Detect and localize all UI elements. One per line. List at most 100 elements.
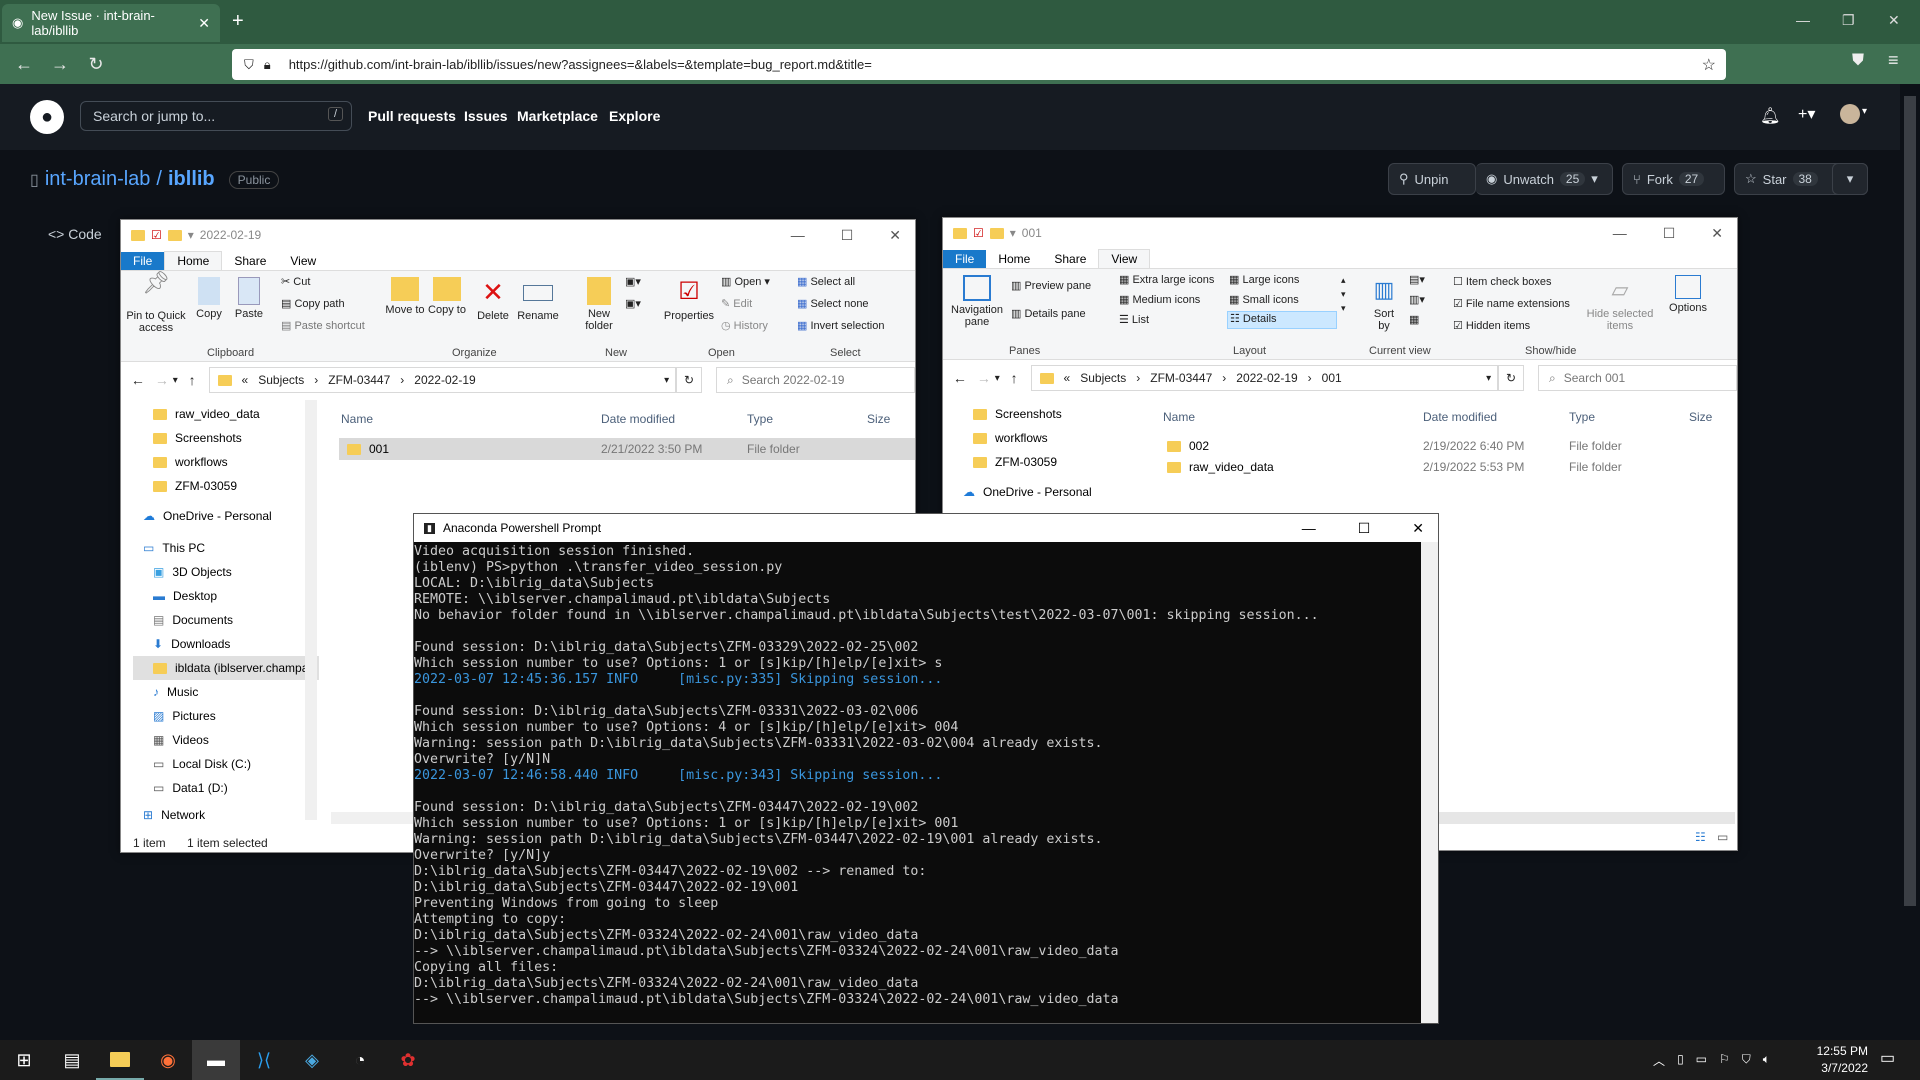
language-icon[interactable]: ⚐	[1719, 1052, 1730, 1069]
breadcrumb-overflow-icon[interactable]: «	[242, 373, 249, 387]
nav-item-videos[interactable]: ▦ Videos	[133, 728, 319, 752]
forward-icon[interactable]: →	[155, 372, 173, 388]
breadcrumb-001[interactable]: 001	[1322, 371, 1342, 385]
maximize-button[interactable]: ☐	[1358, 520, 1371, 537]
address-bar[interactable]: « Subjects › ZFM-03447 › 2022-02-19 ▾	[208, 367, 677, 393]
unwatch-button[interactable]: ◉ Unwatch 25 ▾	[1476, 163, 1613, 195]
quick-access-dropdown-icon[interactable]: ▾	[1010, 226, 1016, 240]
breadcrumb-2022-02-19[interactable]: 2022-02-19	[1236, 371, 1297, 385]
breadcrumb-subjects[interactable]: Subjects	[258, 373, 304, 387]
taskbar-clock[interactable]: 12:55 PM 3/7/2022	[1817, 1043, 1868, 1077]
details-pane-button[interactable]: ▥ Details pane	[1011, 307, 1086, 320]
tab-code[interactable]: <> Code	[48, 226, 102, 242]
file-row-001[interactable]: 001 2/21/2022 3:50 PM File folder	[339, 438, 915, 460]
nav-item-downloads[interactable]: ⬇ Downloads	[133, 632, 319, 656]
tab-home[interactable]: Home	[164, 251, 223, 270]
column-size[interactable]: Size	[867, 412, 890, 426]
easy-access-icon[interactable]: ▣▾	[625, 297, 641, 310]
close-button[interactable]: ✕	[1711, 225, 1723, 242]
tab-home[interactable]: Home	[986, 250, 1042, 268]
column-type[interactable]: Type	[1569, 410, 1595, 424]
large-icons-option[interactable]: ▦ Large icons	[1229, 273, 1299, 286]
nav-item-data1-d[interactable]: ▭ Data1 (D:)	[133, 776, 319, 800]
file-explorer-icon[interactable]	[96, 1040, 144, 1080]
close-button[interactable]: ✕	[889, 227, 901, 244]
file-row-raw-video-data[interactable]: raw_video_data 2/19/2022 5:53 PM File fo…	[1163, 457, 1723, 477]
github-search-input[interactable]: Search or jump to... /	[80, 101, 352, 131]
checkbox-checked-icon[interactable]: ☑	[1453, 298, 1466, 310]
column-size[interactable]: Size	[1689, 410, 1712, 424]
console-output[interactable]: Video acquisition session finished. (ible…	[414, 542, 1438, 1008]
properties-button[interactable]: ☑ Properties	[661, 277, 717, 322]
tab-share[interactable]: Share	[222, 252, 278, 270]
refresh-button[interactable]: ↻	[1498, 365, 1524, 391]
medium-icons-option[interactable]: ▦ Medium icons	[1119, 293, 1200, 306]
refresh-button[interactable]: ↻	[676, 367, 702, 393]
open-button[interactable]: ▥ Open ▾	[721, 275, 770, 288]
select-none-button[interactable]: ▦ Select none	[797, 297, 869, 310]
preview-pane-button[interactable]: ▥ Preview pane	[1011, 279, 1091, 292]
nav-item-3d-objects[interactable]: ▣ 3D Objects	[133, 560, 319, 584]
tab-share[interactable]: Share	[1042, 250, 1098, 268]
pocket-icon[interactable]: ⛊	[1852, 52, 1864, 70]
lock-icon[interactable]: 🔒︎	[264, 57, 271, 73]
breadcrumb-sep-icon[interactable]: ›	[1222, 371, 1226, 385]
back-icon[interactable]: ←	[943, 370, 977, 386]
item-check-boxes-toggle[interactable]: ☐ Item check boxes	[1453, 275, 1552, 288]
restore-window-button[interactable]: ❐	[1842, 12, 1855, 29]
fork-button[interactable]: ⑂ Fork 27	[1622, 163, 1725, 195]
shield-icon[interactable]: ⛉	[244, 57, 254, 73]
small-icons-option[interactable]: ▦ Small icons	[1229, 293, 1299, 306]
breadcrumb-zfm-03447[interactable]: ZFM-03447	[1150, 371, 1212, 385]
task-view-icon[interactable]: ▤	[48, 1040, 96, 1080]
notification-center-icon[interactable]: ▭	[1880, 1048, 1895, 1068]
nav-item-network[interactable]: ⊞ Network	[133, 806, 319, 824]
properties-quick-icon[interactable]: ☑	[151, 228, 162, 242]
nav-item-desktop[interactable]: ▬ Desktop	[133, 584, 319, 608]
search-input[interactable]: ⌕ Search 001	[1538, 365, 1737, 391]
new-tab-button[interactable]: +	[232, 10, 244, 33]
nav-item-ibldata[interactable]: ibldata (iblserver.champa	[133, 656, 319, 680]
maximize-button[interactable]: ☐	[841, 227, 854, 244]
new-folder-quick-icon[interactable]	[167, 229, 182, 241]
paste-shortcut-button[interactable]: ▤ Paste shortcut	[281, 319, 365, 332]
hide-selected-items-button[interactable]: ▱ Hide selected items	[1583, 275, 1657, 332]
reload-icon[interactable]: ↻	[78, 54, 114, 75]
url-text[interactable]: https://github.com/int-brain-lab/ibllib/…	[289, 57, 872, 72]
breadcrumb-sep-icon[interactable]: ›	[1308, 371, 1312, 385]
recent-chevron-down-icon[interactable]: ▾	[995, 373, 1011, 384]
nav-item-zfm-03059[interactable]: ZFM-03059	[133, 474, 319, 498]
forward-icon[interactable]: →	[977, 370, 995, 386]
breadcrumb-zfm-03447[interactable]: ZFM-03447	[328, 373, 390, 387]
address-dropdown-icon[interactable]: ▾	[1486, 373, 1491, 384]
menu-icon[interactable]: ≡	[1888, 50, 1899, 71]
column-name[interactable]: Name	[1163, 410, 1195, 424]
clock-app-icon[interactable]: ◔	[336, 1040, 384, 1080]
details-option[interactable]: ☷ Details	[1227, 311, 1337, 329]
back-icon[interactable]: ←	[121, 372, 155, 388]
minimize-button[interactable]: —	[1613, 225, 1627, 241]
vscode-icon[interactable]: ⟩⟨	[240, 1040, 288, 1080]
nav-item-screenshots[interactable]: Screenshots	[133, 426, 319, 450]
delete-button[interactable]: ✕ Delete	[473, 277, 513, 322]
cut-button[interactable]: ✂ Cut	[281, 275, 310, 288]
column-date-modified[interactable]: Date modified	[1423, 410, 1497, 424]
forward-icon[interactable]: →	[42, 54, 78, 75]
network-icon[interactable]: ▭	[1696, 1052, 1707, 1069]
console-scrollbar[interactable]	[1421, 542, 1438, 1023]
pin-quick-access-button[interactable]: 📌︎ Pin to Quick access	[125, 272, 187, 335]
nav-item-music[interactable]: ♪ Music	[133, 680, 319, 704]
breadcrumb-overflow-icon[interactable]: «	[1064, 371, 1071, 385]
minimize-window-button[interactable]: —	[1796, 12, 1810, 28]
nav-pull-requests[interactable]: Pull requests	[368, 108, 456, 124]
volume-icon[interactable]: 🔈︎	[1763, 1052, 1770, 1069]
sort-by-button[interactable]: ▥ Sort by	[1367, 275, 1401, 332]
nav-item-onedrive[interactable]: ☁ OneDrive - Personal	[133, 504, 319, 528]
start-windows-icon[interactable]: ⊞	[0, 1040, 48, 1080]
url-bar[interactable]: ⛉ 🔒︎ https://github.com/int-brain-lab/ib…	[232, 49, 1726, 80]
quick-access-dropdown-icon[interactable]: ▾	[188, 228, 194, 242]
address-dropdown-icon[interactable]: ▾	[664, 375, 669, 386]
file-name-extensions-toggle[interactable]: ☑ File name extensions	[1453, 297, 1570, 310]
maximize-button[interactable]: ☐	[1663, 225, 1676, 242]
close-tab-icon[interactable]: ✕	[198, 15, 210, 32]
